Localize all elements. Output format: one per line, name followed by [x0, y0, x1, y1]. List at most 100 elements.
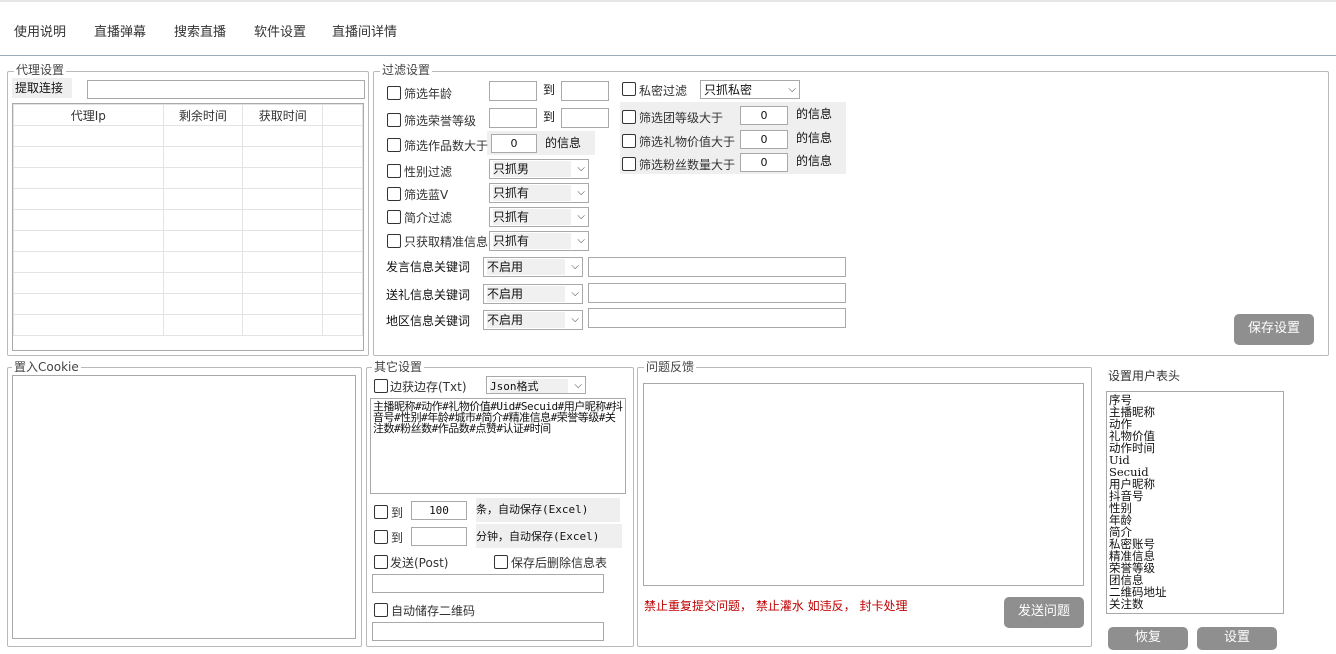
set-header-button[interactable]: 设置 — [1197, 627, 1277, 650]
fans-suffix: 的信息 — [796, 154, 833, 168]
age-checkbox[interactable] — [387, 86, 401, 100]
list-item[interactable]: 性别 — [1109, 502, 1281, 514]
gift-value-checkbox[interactable] — [622, 134, 636, 148]
count-input[interactable]: 100 — [411, 501, 467, 520]
group-level-suffix: 的信息 — [796, 107, 833, 121]
works-input[interactable]: 0 — [491, 134, 537, 153]
save-settings-button[interactable]: 保存设置 — [1234, 314, 1314, 345]
header-setting-title: 设置用户表头 — [1108, 369, 1181, 383]
edge-save-label: 边获边存(Txt) — [390, 380, 467, 394]
fetch-link-label: 提取连接 — [15, 81, 64, 95]
honor-max-input[interactable] — [561, 108, 609, 128]
fetch-link-input[interactable] — [87, 80, 365, 99]
gender-label: 性别过滤 — [404, 165, 453, 179]
private-label: 私密过滤 — [639, 84, 688, 98]
minutes-suffix: 分钟，自动保存(Excel) — [476, 530, 600, 543]
other-legend: 其它设置 — [372, 360, 425, 374]
bio-select[interactable]: 只抓有 ⌵ — [489, 207, 589, 227]
minutes-input[interactable] — [411, 527, 467, 546]
template-textarea[interactable]: 主播昵称#动作#礼物价值#Uid#Secuid#用户昵称#抖音号#性别#年龄#城… — [370, 398, 626, 494]
speech-kw-input[interactable] — [588, 257, 846, 277]
bluev-label: 筛选蓝V — [404, 188, 449, 202]
col-fetch-time[interactable]: 获取时间 — [242, 104, 324, 126]
age-label: 筛选年龄 — [404, 87, 453, 101]
gift-kw-input[interactable] — [588, 283, 846, 303]
list-item[interactable]: 动作时间 — [1109, 442, 1281, 454]
gift-value-label: 筛选礼物价值大于 — [639, 135, 736, 149]
age-min-input[interactable] — [489, 81, 537, 101]
bluev-checkbox[interactable] — [387, 187, 401, 201]
chevron-down-icon: ⌵ — [577, 163, 585, 174]
gift-kw-select[interactable]: 不启用 ⌵ — [483, 284, 583, 304]
post-checkbox[interactable] — [374, 555, 388, 569]
menu-room-details[interactable]: 直播间详情 — [332, 21, 397, 40]
col-remaining-time[interactable]: 剩余时间 — [162, 104, 244, 126]
cookie-legend: 置入Cookie — [12, 360, 81, 374]
works-checkbox[interactable] — [387, 138, 401, 152]
menu-live-danmaku[interactable]: 直播弹幕 — [94, 21, 146, 40]
minutes-save-checkbox[interactable] — [374, 530, 388, 544]
header-listbox[interactable]: 序号 主播昵称 动作 礼物价值 动作时间 Uid Secuid 用户昵称 抖音号… — [1106, 391, 1284, 614]
gender-select[interactable]: 只抓男 ⌵ — [489, 159, 589, 179]
honor-min-input[interactable] — [489, 108, 537, 128]
bio-label: 简介过滤 — [404, 211, 453, 225]
region-kw-select[interactable]: 不启用 ⌵ — [483, 310, 583, 330]
fans-input[interactable]: 0 — [740, 153, 788, 172]
menu-search-live[interactable]: 搜索直播 — [174, 21, 226, 40]
chevron-down-icon: ⌵ — [788, 84, 796, 95]
precise-select[interactable]: 只抓有 ⌵ — [489, 231, 589, 251]
list-item[interactable]: 关注数 — [1109, 598, 1281, 610]
chevron-down-icon: ⌵ — [571, 261, 579, 272]
restore-button[interactable]: 恢复 — [1108, 627, 1188, 650]
proxy-grid: 代理Ip 剩余时间 获取时间 — [13, 104, 363, 336]
group-level-input[interactable]: 0 — [740, 106, 788, 125]
list-item[interactable]: 抖音号 — [1109, 490, 1281, 502]
post-label: 发送(Post) — [390, 556, 449, 570]
menu-usage[interactable]: 使用说明 — [14, 21, 66, 40]
delete-after-save-label: 保存后删除信息表 — [511, 556, 608, 570]
group-level-label: 筛选团等级大于 — [639, 111, 724, 125]
private-select[interactable]: 只抓私密 ⌵ — [700, 80, 800, 99]
age-to-label: 到 — [543, 83, 556, 97]
format-select[interactable]: Json格式 ⌵ — [486, 376, 586, 394]
col-proxy-ip[interactable]: 代理Ip — [13, 104, 164, 126]
chevron-down-icon: ⌵ — [577, 211, 585, 222]
feedback-legend: 问题反馈 — [644, 360, 697, 374]
qr-path-input[interactable] — [372, 622, 604, 641]
speech-kw-select[interactable]: 不启用 ⌵ — [483, 257, 583, 277]
feedback-textarea[interactable] — [643, 383, 1084, 586]
fans-label: 筛选粉丝数量大于 — [639, 158, 736, 172]
group-level-checkbox[interactable] — [622, 110, 636, 124]
qr-save-label: 自动储存二维码 — [391, 604, 476, 618]
cookie-textarea[interactable] — [12, 375, 356, 639]
count-save-checkbox[interactable] — [374, 505, 388, 519]
send-feedback-button[interactable]: 发送问题 — [1004, 597, 1084, 628]
region-kw-input[interactable] — [588, 308, 846, 328]
bio-checkbox[interactable] — [387, 210, 401, 224]
age-max-input[interactable] — [561, 81, 609, 101]
count-to-label: 到 — [391, 506, 404, 520]
gift-value-input[interactable]: 0 — [740, 130, 788, 149]
bluev-select[interactable]: 只抓有 ⌵ — [489, 183, 589, 203]
feedback-notice: 禁止重复提交问题， 禁止灌水 如违反， 封卡处理 — [644, 599, 908, 613]
list-item[interactable]: 主播昵称 — [1109, 406, 1281, 418]
chevron-down-icon: ⌵ — [571, 314, 579, 325]
honor-checkbox[interactable] — [387, 113, 401, 127]
list-item[interactable]: 年龄 — [1109, 514, 1281, 526]
private-checkbox[interactable] — [622, 82, 636, 96]
gender-checkbox[interactable] — [387, 164, 401, 178]
chevron-down-icon: ⌵ — [574, 380, 582, 391]
qr-save-checkbox[interactable] — [374, 603, 388, 617]
speech-kw-label: 发言信息关键词 — [386, 260, 471, 274]
region-kw-label: 地区信息关键词 — [386, 314, 471, 328]
post-url-input[interactable] — [372, 574, 604, 593]
delete-after-save-checkbox[interactable] — [494, 555, 508, 569]
edge-save-checkbox[interactable] — [374, 379, 388, 393]
fans-checkbox[interactable] — [622, 157, 636, 171]
count-suffix: 条，自动保存(Excel) — [476, 503, 589, 516]
minutes-to-label: 到 — [391, 531, 404, 545]
menu-software-settings[interactable]: 软件设置 — [254, 21, 306, 40]
honor-label: 筛选荣誉等级 — [404, 114, 477, 128]
gift-kw-label: 送礼信息关键词 — [386, 288, 471, 302]
precise-checkbox[interactable] — [387, 234, 401, 248]
